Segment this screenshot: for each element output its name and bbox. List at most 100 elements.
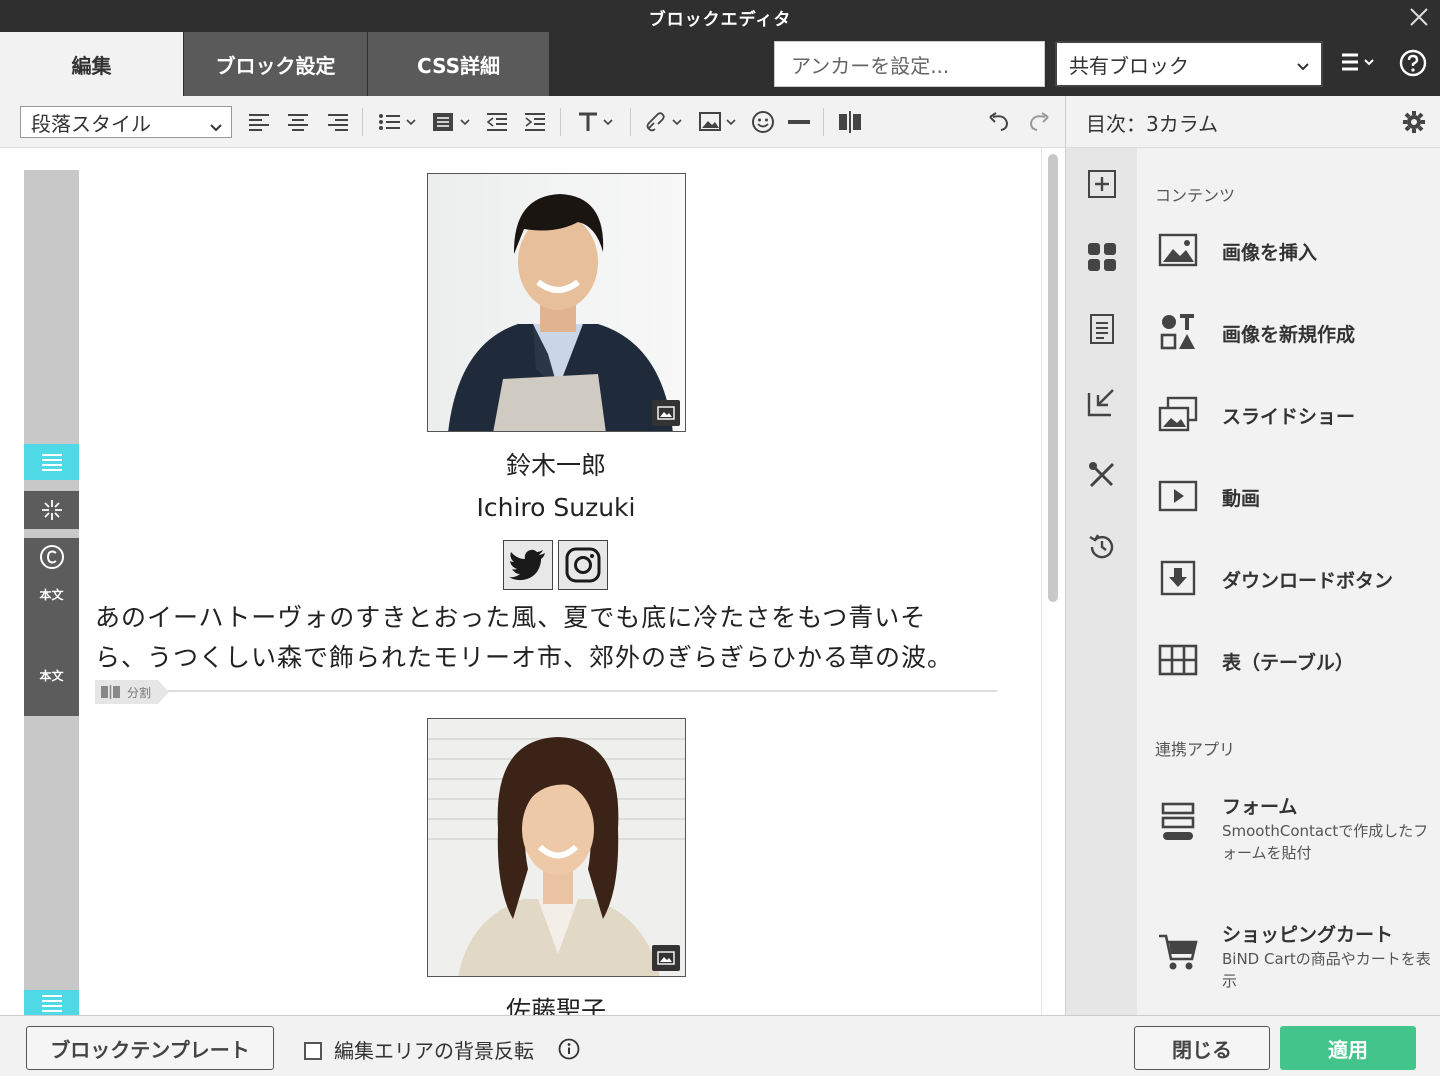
toolbar-divider xyxy=(560,108,561,136)
list-icon[interactable] xyxy=(378,108,418,136)
table-icon xyxy=(1157,640,1199,680)
history-icon[interactable] xyxy=(1066,523,1138,571)
profile-photo-female[interactable] xyxy=(427,718,686,977)
copyright-icon xyxy=(39,545,64,569)
woman-portrait-image xyxy=(428,719,685,976)
insert-image-icon[interactable] xyxy=(699,108,739,136)
block-template-button[interactable]: ブロックテンプレート xyxy=(26,1026,274,1070)
apps-section-title: 連携アプリ xyxy=(1155,740,1236,759)
horizontal-rule-icon[interactable] xyxy=(787,108,811,136)
block-gutter: 本文 本文 xyxy=(24,170,79,1015)
tools-icon[interactable] xyxy=(1066,451,1138,499)
anchor-input[interactable]: アンカーを設定... xyxy=(774,41,1045,87)
align-left-icon[interactable] xyxy=(248,108,270,136)
item-label: ショッピングカート xyxy=(1222,924,1394,946)
chevron-down-icon xyxy=(1295,55,1311,79)
emoji-icon[interactable] xyxy=(751,108,775,136)
text-style-icon[interactable] xyxy=(577,108,617,136)
item-label: 表（テーブル） xyxy=(1222,652,1354,674)
paragraph-block-icon[interactable] xyxy=(24,990,79,1015)
image-icon xyxy=(1157,230,1199,270)
tab-block-settings[interactable]: ブロック設定 xyxy=(184,32,367,96)
slideshow-item[interactable]: スライドショー xyxy=(1137,384,1440,444)
invert-background-checkbox[interactable] xyxy=(304,1042,322,1060)
apply-button[interactable]: 適用 xyxy=(1280,1026,1416,1070)
body-text-line: あのイーハトーヴォのすきとおった風、夏でも底に冷たさをもつ青いそ xyxy=(95,603,927,632)
add-content-icon[interactable] xyxy=(1066,160,1138,208)
video-item[interactable]: 動画 xyxy=(1137,466,1440,526)
download-icon xyxy=(1157,558,1199,598)
split-label: 分割 xyxy=(127,685,152,700)
editor-header: 編集 ブロック設定 CSS詳細 アンカーを設定... 共有ブロック xyxy=(0,32,1440,96)
table-item[interactable]: 表（テーブル） xyxy=(1137,630,1440,690)
block-format-icon[interactable] xyxy=(432,108,472,136)
image-badge-icon[interactable] xyxy=(652,400,680,426)
profile-photo-male[interactable] xyxy=(427,173,686,432)
item-label: フォーム xyxy=(1222,796,1298,818)
undo-icon[interactable] xyxy=(987,108,1011,136)
form-icon xyxy=(1157,802,1199,842)
twitter-icon[interactable] xyxy=(503,540,553,590)
slideshow-icon xyxy=(1157,394,1199,434)
gear-icon[interactable] xyxy=(1402,110,1426,138)
shapes-icon xyxy=(1157,312,1199,352)
document-icon[interactable] xyxy=(1066,305,1138,353)
tab-css-detail[interactable]: CSS詳細 xyxy=(368,32,549,96)
person-name-en: Ichiro Suzuki xyxy=(476,493,636,522)
split-column-icon[interactable] xyxy=(838,108,862,136)
toc-label: 目次：3カラム xyxy=(1086,112,1219,136)
item-description: BiND Cartの商品やカートを表示 xyxy=(1222,950,1431,990)
invert-background-label: 編集エリアの背景反転 xyxy=(334,1039,534,1063)
import-icon[interactable] xyxy=(1066,378,1138,426)
gutter-label: 本文 xyxy=(39,588,64,602)
outdent-icon[interactable] xyxy=(486,108,508,136)
scrollbar-thumb[interactable] xyxy=(1048,154,1058,602)
paragraph-style-select[interactable]: 段落スタイル xyxy=(20,106,232,138)
indent-icon[interactable] xyxy=(524,108,546,136)
insert-image-item[interactable]: 画像を挿入 xyxy=(1137,220,1440,280)
shopping-cart-app-item[interactable]: ショッピングカート BiND Cartの商品やカートを表示 xyxy=(1137,906,1440,1006)
tab-edit[interactable]: 編集 xyxy=(0,32,183,96)
info-icon[interactable] xyxy=(558,1038,580,1064)
toolbar-divider xyxy=(823,108,824,136)
align-center-icon[interactable] xyxy=(287,108,309,136)
instagram-icon[interactable] xyxy=(558,540,608,590)
item-label: 動画 xyxy=(1222,488,1261,510)
paragraph-block-icon[interactable] xyxy=(24,444,79,480)
sparkle-icon[interactable] xyxy=(24,491,79,529)
person-name-ja: 鈴木一郎 xyxy=(505,451,606,480)
split-marker[interactable]: 分割 xyxy=(95,680,169,704)
download-button-item[interactable]: ダウンロードボタン xyxy=(1137,548,1440,608)
paragraph-style-label: 段落スタイル xyxy=(31,111,151,136)
close-icon[interactable] xyxy=(1406,4,1432,30)
content-panel: コンテンツ 画像を挿入 画像を新規作成 スライドショー 動画 ダウンロードボタン xyxy=(1137,148,1440,1015)
help-icon[interactable] xyxy=(1398,48,1428,78)
editor-scrollbar[interactable] xyxy=(1041,148,1065,1015)
create-image-item[interactable]: 画像を新規作成 xyxy=(1137,302,1440,362)
image-badge-icon[interactable] xyxy=(652,945,680,971)
menu-button[interactable] xyxy=(1338,48,1384,80)
body-text-line: ら、うつくしい森で飾られたモリーオ市、郊外のぎらぎらひかる草の波。 xyxy=(95,643,954,672)
link-icon[interactable] xyxy=(645,108,685,136)
item-label: ダウンロードボタン xyxy=(1222,570,1394,592)
footer-bar: ブロックテンプレート 編集エリアの背景反転 閉じる 適用 xyxy=(0,1015,1440,1076)
title-bar: ブロックエディタ xyxy=(0,0,1440,32)
body-paragraph[interactable]: あのイーハトーヴォのすきとおった風、夏でも底に冷たさをもつ青いそ ら、うつくしい… xyxy=(95,598,1025,678)
editor-area[interactable]: 本文 本文 鈴木一郎 Ichiro Suzuki あのイーハトーヴォのすきとおっ… xyxy=(0,148,1065,1015)
shared-block-label: 共有ブロック xyxy=(1069,53,1189,78)
shared-block-select[interactable]: 共有ブロック xyxy=(1055,41,1323,87)
item-description: SmoothContactで作成したフォームを貼付 xyxy=(1222,822,1429,862)
video-icon xyxy=(1157,476,1199,516)
align-right-icon[interactable] xyxy=(327,108,349,136)
split-divider xyxy=(95,690,997,692)
person-name-ja: 佐藤聖子 xyxy=(505,996,606,1015)
parts-grid-icon[interactable] xyxy=(1066,233,1138,281)
item-label: スライドショー xyxy=(1222,406,1356,428)
man-portrait-image xyxy=(428,174,685,431)
text-block-marker[interactable]: 本文 本文 xyxy=(24,538,79,716)
form-app-item[interactable]: フォーム SmoothContactで作成したフォームを貼付 xyxy=(1137,778,1440,878)
cart-icon xyxy=(1157,932,1199,972)
close-button[interactable]: 閉じる xyxy=(1134,1026,1270,1070)
redo-icon[interactable] xyxy=(1027,108,1051,136)
format-toolbar: 段落スタイル xyxy=(0,96,1065,148)
